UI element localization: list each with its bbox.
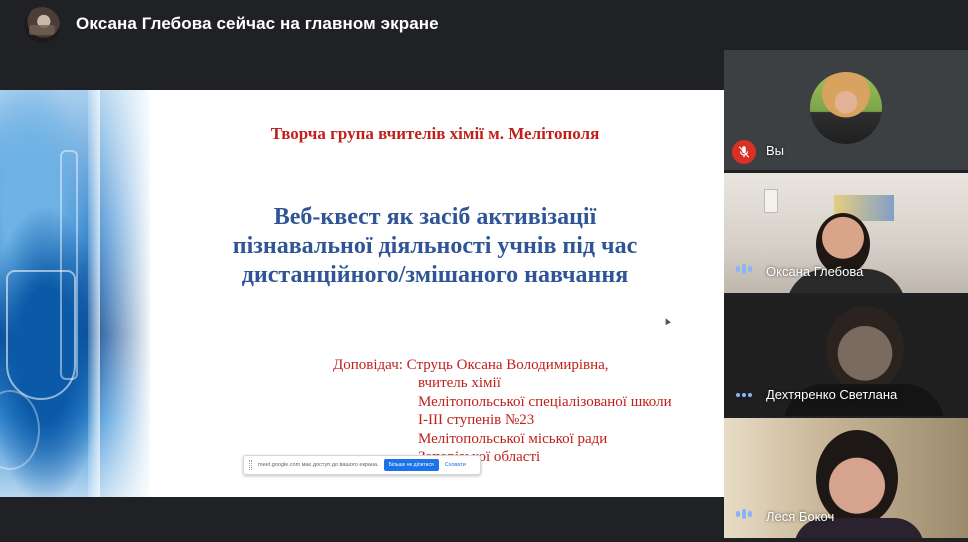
participant-tile[interactable]: Дехтяренко Светлана [724, 296, 968, 416]
mouse-cursor-icon [663, 317, 671, 325]
slide-title-line: Веб-квест як засіб активізації [273, 204, 597, 230]
slide-title-line: дистанційного/змішаного навчання [241, 262, 629, 288]
participant-name: Леся Бокоч [766, 509, 835, 524]
participant-tile[interactable]: Оксана Глебова [724, 173, 968, 293]
hide-notification-link[interactable]: Сховати [445, 462, 466, 468]
speaker-detail-line: Мелітопольської міської ради [418, 430, 608, 447]
slide-speaker: Доповідач: Струць Оксана Володимирівна, [333, 357, 609, 373]
presenter-title: Оксана Глебова сейчас на главном экране [76, 14, 439, 33]
slide-title-line: пізнавальної діяльності учнів під час [232, 233, 638, 259]
participant-tile-self[interactable]: Вы [724, 50, 968, 170]
slide-header: Творча група вчителів хімії м. Мелітопол… [270, 124, 600, 143]
stop-sharing-button[interactable]: Більше не ділитися [383, 459, 439, 471]
participant-video [724, 418, 968, 538]
participant-name: Вы [766, 143, 785, 158]
slide-title: Веб-квест як засіб активізації пізнаваль… [150, 203, 720, 290]
participant-name: Оксана Глебова [766, 264, 864, 279]
drag-handle-icon[interactable] [249, 460, 252, 470]
mic-off-icon [732, 140, 756, 164]
audio-level-icon [736, 393, 752, 397]
audio-level-icon [736, 264, 752, 274]
speaker-detail-line: Мелітопольської спеціалізованої школи [418, 393, 672, 410]
slide-lab-glassware-image [0, 90, 150, 497]
presenter-avatar [24, 7, 60, 43]
audio-level-icon [736, 509, 752, 519]
speaker-detail-line: І-ІІІ ступенів №23 [418, 412, 535, 428]
speaker-detail-line: вчитель хімії [418, 375, 501, 391]
slide-speaker-details: вчитель хімії Мелітопольської спеціалізо… [418, 374, 672, 467]
participant-tile[interactable]: Леся Бокоч [724, 418, 968, 538]
avatar [810, 72, 882, 144]
top-bar: Оксана Глебова сейчас на главном экране [0, 0, 968, 52]
share-notification-text: meet.google.com має доступ до вашого екр… [258, 462, 379, 468]
screen-share-notification: meet.google.com має доступ до вашого екр… [243, 455, 481, 475]
shared-screen[interactable]: Творча група вчителів хімії м. Мелітопол… [0, 90, 724, 497]
participant-name: Дехтяренко Светлана [766, 387, 898, 402]
